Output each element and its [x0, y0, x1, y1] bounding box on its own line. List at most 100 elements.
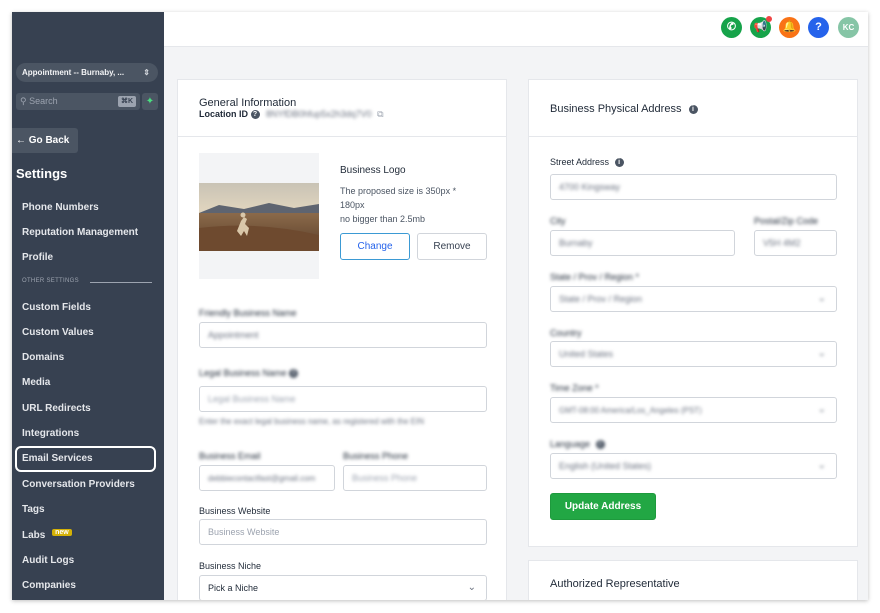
- chevron-down-icon: ⌄: [817, 404, 826, 415]
- language-select[interactable]: English (United States) ⌄: [550, 453, 837, 479]
- search-input[interactable]: ⚲ Search ⌘K: [16, 93, 140, 110]
- sidebar-item-url-redirects[interactable]: URL Redirects: [22, 403, 91, 414]
- chevron-down-icon: ⌄: [817, 348, 826, 359]
- city-field[interactable]: Burnaby: [550, 230, 735, 256]
- business-email-value: debbiecontactfast@gmail.com: [208, 474, 316, 483]
- sidebar-item-profile[interactable]: Profile: [22, 252, 53, 263]
- logo-image-frame: [199, 153, 319, 279]
- state-select[interactable]: State / Prov / Region ⌄: [550, 286, 837, 312]
- business-email-field[interactable]: debbiecontactfast@gmail.com: [199, 465, 335, 491]
- business-niche-value: Pick a Niche: [208, 583, 259, 593]
- logo-help: The proposed size is 350px * 180px no bi…: [340, 184, 456, 226]
- sidebar-item-audit-logs[interactable]: Audit Logs: [22, 555, 74, 566]
- ai-spark-button[interactable]: ✦: [142, 93, 158, 110]
- sidebar-item-custom-fields[interactable]: Custom Fields: [22, 302, 91, 313]
- friendly-name-value: Appointment: [208, 330, 259, 340]
- go-back-label: Go Back: [28, 135, 70, 146]
- city-value: Burnaby: [559, 238, 593, 248]
- chevron-down-icon: ⌄: [817, 293, 826, 304]
- location-id-row: Location ID ? 8NYfDB0hfup5x2h3dq7V0 ⧉: [199, 109, 384, 120]
- change-logo-button[interactable]: Change: [340, 233, 410, 260]
- sidebar-item-label: Companies: [22, 580, 76, 591]
- search-shortcut: ⌘K: [117, 96, 136, 107]
- business-niche-select[interactable]: Pick a Niche ⌄: [199, 575, 487, 600]
- sidebar-item-label: URL Redirects: [22, 403, 91, 414]
- sidebar-item-integrations[interactable]: Integrations: [22, 428, 79, 439]
- location-id-label: Location ID: [199, 109, 248, 119]
- state-label: State / Prov / Region *: [550, 272, 640, 282]
- sidebar-item-phone-numbers[interactable]: Phone Numbers: [22, 202, 99, 213]
- sidebar-item-label: Audit Logs: [22, 555, 75, 566]
- sidebar-item-tags[interactable]: Tags: [22, 504, 45, 515]
- language-label-text: Language: [550, 439, 591, 449]
- legal-name-label-text: Legal Business Name: [199, 368, 287, 378]
- sidebar: Appointment -- Burnaby, ... ⇕ ⚲ Search ⌘…: [12, 12, 164, 600]
- address-title: Business Physical Address i: [550, 103, 698, 115]
- bell-icon[interactable]: 🔔: [779, 17, 800, 38]
- legal-name-field[interactable]: Legal Business Name: [199, 386, 487, 412]
- sidebar-item-reputation-management[interactable]: Reputation Management: [22, 227, 138, 238]
- sidebar-item-label: Tags: [22, 504, 45, 515]
- arrow-left-icon: ←: [16, 135, 26, 146]
- new-badge: new: [52, 529, 72, 536]
- street-address-field[interactable]: 4700 Kingsway: [550, 174, 837, 200]
- avatar[interactable]: KC: [838, 17, 859, 38]
- chevron-down-icon: ⌄: [817, 460, 826, 471]
- postal-code-value: V5H 4M2: [763, 238, 801, 248]
- settings-title: Settings: [16, 166, 68, 181]
- general-information-card: General Information Location ID ? 8NYfDB…: [177, 79, 507, 600]
- postal-code-field[interactable]: V5H 4M2: [754, 230, 837, 256]
- street-label: Street Address i: [550, 157, 624, 167]
- business-phone-label: Business Phone: [343, 451, 409, 461]
- other-settings-label: OTHER SETTINGS: [22, 278, 79, 284]
- location-id-value: 8NYfDB0hfup5x2h3dq7V0: [266, 109, 372, 119]
- friendly-name-field[interactable]: Appointment: [199, 322, 487, 348]
- sidebar-item-label: Reputation Management: [22, 227, 139, 238]
- info-icon: i: [289, 369, 299, 378]
- business-phone-field[interactable]: Business Phone: [343, 465, 487, 491]
- sidebar-item-label: Profile: [22, 252, 54, 263]
- logo-image: [199, 183, 319, 251]
- business-website-label: Business Website: [199, 506, 271, 516]
- go-back-button[interactable]: ← Go Back: [12, 128, 78, 153]
- divider: [529, 136, 857, 137]
- sidebar-item-label: Domains: [22, 352, 65, 363]
- general-info-title: General Information: [199, 97, 297, 109]
- sidebar-item-media[interactable]: Media: [22, 377, 50, 388]
- timezone-select[interactable]: GMT-08:00 America/Los_Angeles (PST) ⌄: [550, 397, 837, 423]
- sparkle-icon: ✦: [145, 96, 155, 107]
- legal-name-placeholder: Legal Business Name: [208, 394, 296, 404]
- country-select[interactable]: United States ⌄: [550, 341, 837, 367]
- sidebar-item-label: Labs: [22, 530, 46, 541]
- sidebar-item-domains[interactable]: Domains: [22, 352, 64, 363]
- sidebar-item-email-services[interactable]: Email Services: [22, 453, 93, 464]
- help-icon[interactable]: ?: [808, 17, 829, 38]
- remove-logo-button[interactable]: Remove: [417, 233, 487, 260]
- top-bar: ✆ 📢 🔔 ? KC: [164, 12, 868, 47]
- business-niche-label: Business Niche: [199, 561, 262, 571]
- business-phone-placeholder: Business Phone: [352, 473, 418, 483]
- sidebar-item-label: Custom Values: [22, 327, 94, 338]
- city-label: City: [550, 216, 566, 226]
- info-icon: ?: [250, 110, 260, 119]
- business-website-placeholder: Business Website: [208, 527, 280, 537]
- chevron-updown-icon: ⇕: [143, 68, 150, 77]
- business-website-field[interactable]: Business Website: [199, 519, 487, 545]
- megaphone-icon[interactable]: 📢: [750, 16, 772, 38]
- language-value: English (United States): [559, 461, 652, 471]
- sidebar-item-custom-values[interactable]: Custom Values: [22, 327, 94, 338]
- location-select[interactable]: Appointment -- Burnaby, ... ⇕: [16, 63, 158, 82]
- info-icon: i: [595, 440, 605, 449]
- phone-icon[interactable]: ✆: [721, 17, 742, 38]
- sidebar-item-companies[interactable]: Companies: [22, 580, 76, 591]
- sidebar-item-conversation-providers[interactable]: Conversation Providers: [22, 479, 135, 490]
- info-icon: i: [614, 158, 624, 167]
- language-label: Language i: [550, 439, 605, 449]
- sidebar-item-labs[interactable]: Labs new: [22, 529, 72, 541]
- update-address-button[interactable]: Update Address: [550, 493, 656, 520]
- authorized-representative-card: Authorized Representative: [528, 560, 858, 600]
- state-value: State / Prov / Region: [559, 294, 643, 304]
- legal-name-label: Legal Business Name i: [199, 368, 299, 378]
- copy-icon[interactable]: ⧉: [377, 109, 383, 119]
- sidebar-item-label: Media: [22, 377, 51, 388]
